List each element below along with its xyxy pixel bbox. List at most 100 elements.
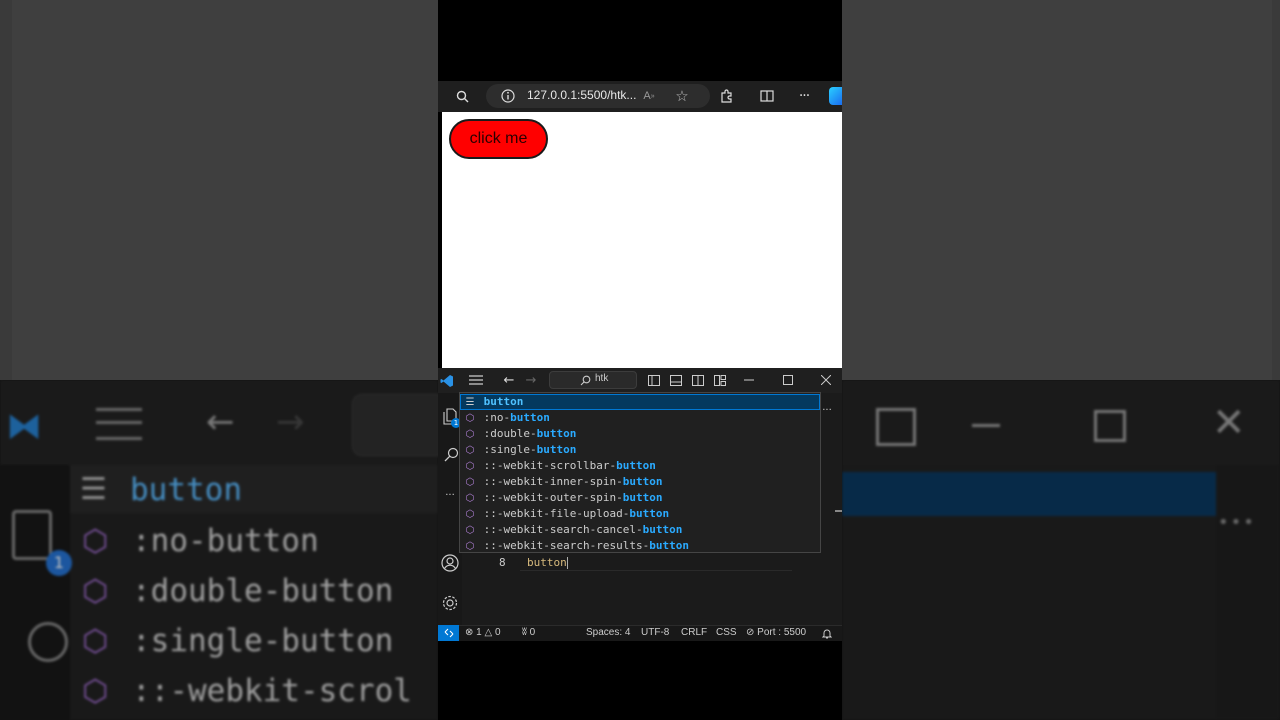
more-views-icon[interactable]: ···: [441, 488, 459, 502]
info-icon[interactable]: [499, 87, 517, 105]
background-top-left: [0, 0, 442, 380]
back-arrow-icon[interactable]: ←: [500, 372, 518, 388]
property-cube-icon: ⬡: [465, 477, 475, 488]
suggestion-prefix: :double-: [483, 427, 537, 440]
background-cube-icon: ⬡: [82, 624, 109, 659]
toggle-panel-icon[interactable]: [668, 373, 684, 387]
suggestion-item[interactable]: ☰ button: [460, 394, 820, 410]
minimize-icon[interactable]: [741, 373, 757, 387]
background-search-icon: [28, 622, 68, 662]
minimap-slider[interactable]: [835, 510, 842, 512]
forward-arrow-icon[interactable]: →: [522, 372, 540, 388]
suggestion-match: button: [536, 443, 577, 456]
suggestion-item[interactable]: ⬡ ::-webkit-search-results-button: [460, 538, 820, 554]
suggestion-prefix: ::-webkit-outer-spin-: [483, 491, 623, 504]
toggle-sidebar-icon[interactable]: [646, 373, 662, 387]
notifications-bell-icon[interactable]: [821, 627, 833, 639]
suggestion-match: button: [536, 427, 577, 440]
suggestion-match: button: [642, 523, 683, 536]
accounts-icon[interactable]: [440, 553, 460, 573]
problems-indicator[interactable]: ⊗ 1 △ 0: [465, 625, 501, 641]
suggestion-prefix: ::-webkit-search-cancel-: [483, 523, 643, 536]
search-icon[interactable]: [452, 87, 472, 105]
suggestion-item[interactable]: ⬡ :single-button: [460, 442, 820, 458]
customize-layout-icon[interactable]: [712, 373, 728, 387]
background-bottom-right: ✕ •••: [842, 380, 1280, 720]
background-keyword-icon: ☰: [80, 472, 107, 507]
suggestion-prefix: ::-webkit-search-results-: [483, 539, 650, 552]
background-suggestion-line: :double-button: [132, 573, 394, 609]
property-cube-icon: ⬡: [465, 541, 475, 552]
background-layout-icon: [876, 408, 916, 446]
extensions-icon[interactable]: [717, 86, 737, 106]
suggestion-match: button: [622, 475, 663, 488]
suggestion-prefix: ::-webkit-scrollbar-: [483, 459, 617, 472]
suggestion-item[interactable]: ⬡ ::-webkit-scrollbar-button: [460, 458, 820, 474]
eol-status[interactable]: CRLF: [681, 625, 707, 641]
language-mode-status[interactable]: CSS: [716, 625, 737, 641]
split-screen-icon[interactable]: [757, 86, 777, 106]
click-me-button[interactable]: click me: [449, 119, 548, 159]
background-badge: 1: [46, 550, 72, 576]
command-center-label: htk: [595, 373, 609, 384]
background-suggestion-selected: button: [130, 472, 242, 508]
url-text[interactable]: 127.0.0.1:5500/htk...: [527, 88, 636, 102]
property-cube-icon: ⬡: [465, 445, 475, 456]
suggestion-item[interactable]: ⬡ ::-webkit-file-upload-button: [460, 506, 820, 522]
favorite-star-icon[interactable]: ☆: [672, 86, 692, 106]
background-vscode-icon: ⧓: [6, 406, 42, 447]
indentation-status[interactable]: Spaces: 4: [586, 625, 630, 641]
suggestion-prefix: :single-: [483, 443, 537, 456]
background-close-icon: ✕: [1212, 400, 1246, 446]
suggestion-item[interactable]: ⬡ ::-webkit-inner-spin-button: [460, 474, 820, 490]
menu-icon[interactable]: [467, 372, 485, 388]
ports-count: 0: [529, 627, 536, 638]
suggestion-prefix: :no-: [483, 411, 511, 424]
suggestion-match: button: [649, 539, 689, 552]
ports-indicator[interactable]: ʬ 0: [522, 625, 535, 641]
code-line-text[interactable]: button: [527, 556, 568, 569]
background-suggestion-line: :no-button: [132, 523, 319, 559]
background-cube-icon: ⬡: [82, 674, 109, 709]
suggestion-item[interactable]: ⬡ ::-webkit-search-cancel-button: [460, 522, 820, 538]
live-server-port: Port : 5500: [757, 627, 807, 638]
settings-gear-icon[interactable]: [440, 593, 460, 613]
background-top-right: [842, 0, 1280, 380]
warning-count: 0: [495, 627, 501, 638]
background-cube-icon: ⬡: [82, 524, 109, 559]
suggestion-match: button: [510, 411, 550, 424]
encoding-status[interactable]: UTF-8: [641, 625, 669, 641]
search-icon: [578, 373, 592, 387]
suggestion-match: button: [629, 507, 670, 520]
error-count: 1: [476, 627, 482, 638]
background-forward-icon: →: [276, 402, 305, 442]
background-maximize-icon: [1094, 410, 1126, 442]
copilot-icon[interactable]: [829, 87, 842, 105]
property-cube-icon: ⬡: [465, 493, 475, 504]
property-cube-icon: ⬡: [465, 413, 475, 424]
suggestion-match: button: [622, 491, 663, 504]
code-token: button: [527, 556, 567, 569]
remote-indicator[interactable]: [438, 625, 459, 641]
live-server-status[interactable]: ⊘ Port : 5500: [746, 625, 806, 641]
more-menu-icon[interactable]: ···: [794, 86, 814, 106]
close-icon[interactable]: [818, 373, 834, 387]
read-aloud-icon[interactable]: A»: [640, 87, 658, 105]
maximize-icon[interactable]: [780, 373, 796, 387]
search-icon[interactable]: [442, 444, 460, 464]
vscode-logo-icon: [440, 373, 454, 387]
more-actions-icon[interactable]: ···: [820, 404, 834, 416]
toggle-secondary-sidebar-icon[interactable]: [690, 373, 706, 387]
radio-tower-icon: ʬ: [522, 627, 527, 638]
suggestion-match: button: [616, 459, 656, 472]
keyword-icon: ☰: [465, 397, 475, 408]
suggestion-prefix: ::-webkit-file-upload-: [483, 507, 630, 520]
block-icon: ⊘: [746, 627, 755, 638]
background-menu-icon: [96, 408, 142, 440]
command-center-search[interactable]: [549, 371, 637, 389]
suggestion-item[interactable]: ⬡ ::-webkit-outer-spin-button: [460, 490, 820, 506]
suggestion-item[interactable]: ⬡ :no-button: [460, 410, 820, 426]
background-suggestion-line: :single-button: [132, 623, 394, 659]
suggestion-item[interactable]: ⬡ :double-button: [460, 426, 820, 442]
background-back-icon: ←: [206, 402, 235, 442]
